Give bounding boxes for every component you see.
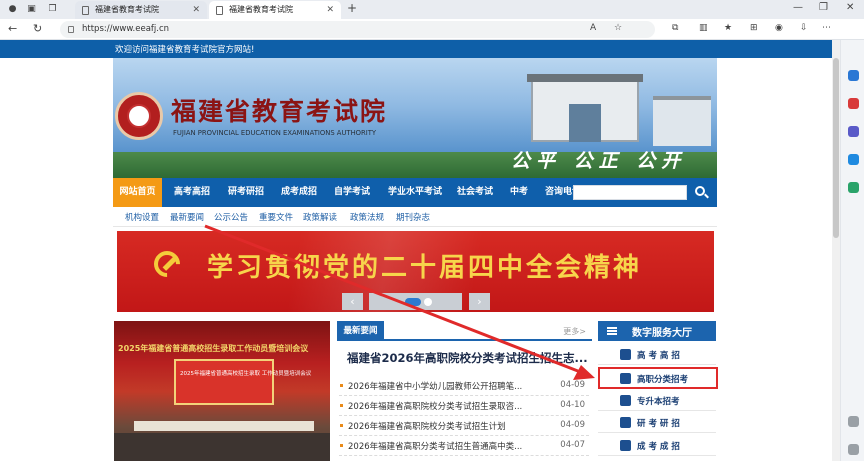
close-tab-icon[interactable]: ✕ (192, 1, 200, 19)
drop-icon[interactable] (848, 182, 859, 193)
sidebar-settings-icon[interactable] (848, 444, 859, 455)
tools-icon[interactable] (848, 126, 859, 137)
minimize-icon[interactable]: — (793, 2, 803, 13)
shopping-icon[interactable] (848, 98, 859, 109)
browser-tab-1[interactable]: 福建省教育考试院 ✕ (75, 1, 207, 19)
collections-icon[interactable]: ⊞ (750, 23, 758, 33)
favorite-star-icon[interactable]: ☆ (614, 23, 622, 33)
browser-tab-2[interactable]: 福建省教育考试院 ✕ (209, 1, 341, 19)
split-screen-icon[interactable]: ▥ (699, 23, 708, 33)
downloads-icon[interactable]: ⇩ (800, 23, 808, 33)
edge-sidebar (840, 40, 864, 461)
url-field[interactable]: https://www.eeafj.cn (60, 21, 655, 38)
profile-icon[interactable]: ● (6, 3, 19, 16)
url-text: https://www.eeafj.cn (82, 24, 170, 34)
sidebar-add-icon[interactable] (848, 416, 859, 427)
extensions-icon[interactable]: ⧉ (672, 23, 678, 33)
refresh-icon[interactable]: ↻ (33, 22, 42, 35)
page-scrollbar[interactable] (832, 40, 840, 461)
close-tab-icon[interactable]: ✕ (326, 1, 334, 19)
read-aloud-icon[interactable]: A (590, 23, 596, 33)
search-sidebar-icon[interactable] (848, 70, 859, 81)
more-menu-icon[interactable]: ⋯ (822, 23, 831, 33)
copilot-icon[interactable]: ◉ (775, 23, 783, 33)
address-bar-row: ← ↻ https://www.eeafj.cn A ☆ ⧉ ▥ ★ ⊞ ◉ ⇩… (0, 19, 864, 40)
close-window-icon[interactable]: ✕ (846, 2, 854, 13)
web-page: 欢迎访问福建省教育考试院官方网站! 福建省教育考试院 FUJIAN PROVIN… (0, 40, 832, 461)
annotation-arrow (204, 224, 595, 380)
workspaces-icon[interactable]: ▣ (25, 3, 38, 16)
back-icon[interactable]: ← (8, 22, 17, 35)
new-tab-button[interactable]: + (347, 1, 357, 15)
restore-icon[interactable]: ❐ (819, 2, 828, 13)
page-icon (216, 6, 223, 15)
lock-icon[interactable] (68, 26, 74, 33)
browser-tab-1-title: 福建省教育考试院 (95, 5, 159, 14)
browser-tab-bar: ● ▣ ❐ 福建省教育考试院 ✕ 福建省教育考试院 ✕ + — ❐ ✕ (0, 0, 864, 19)
outlook-icon[interactable] (848, 154, 859, 165)
browser-tab-2-title: 福建省教育考试院 (229, 5, 293, 14)
page-icon (82, 6, 89, 15)
favorites-icon[interactable]: ★ (724, 23, 732, 33)
tab-actions-icon[interactable]: ❐ (46, 3, 59, 16)
